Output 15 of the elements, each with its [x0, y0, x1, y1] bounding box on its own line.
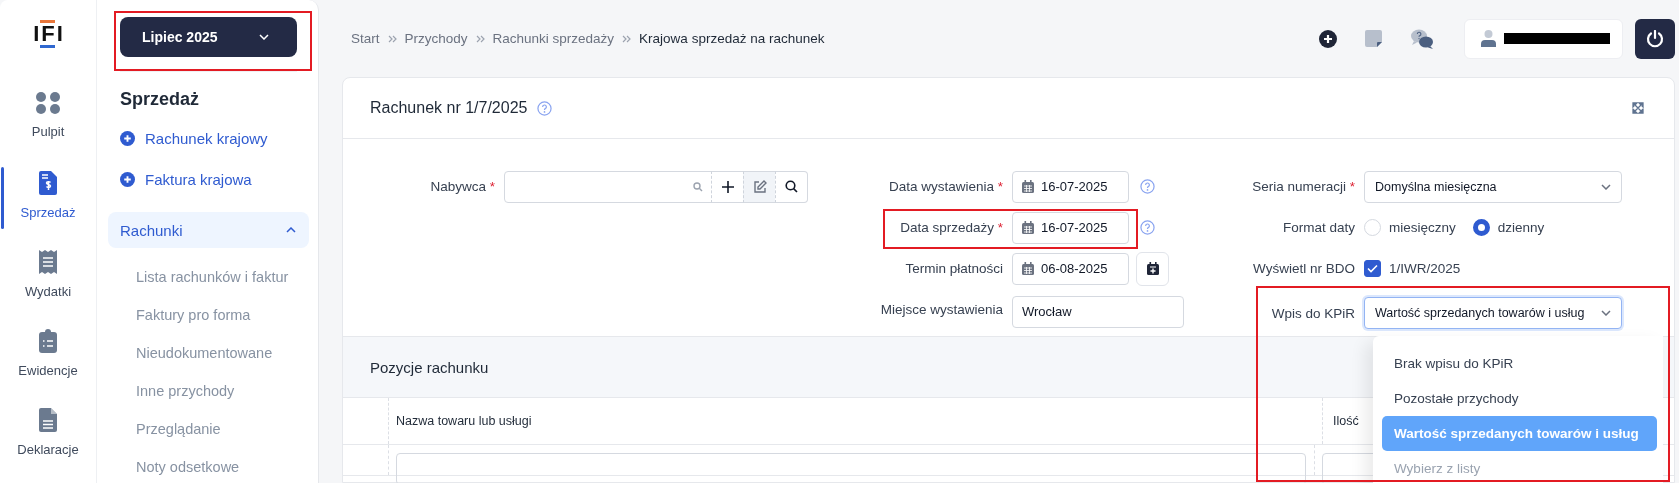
field-label: Wyświetl nr BDO [1252, 261, 1355, 276]
logo: IFI [32, 23, 65, 45]
field-label: Wpis do KPiR [1270, 305, 1355, 321]
field-label: Miejsce wystawienia [879, 302, 1003, 317]
field-label: Seria numeracji * [1251, 179, 1355, 194]
card-title: Rachunek nr 1/7/2025 [370, 99, 528, 117]
section-title: Pozycje rachunku [370, 358, 489, 376]
column-header: Nazwa towaru lub usługi [389, 398, 1323, 444]
field-label: Termin płatności [904, 261, 1003, 276]
field-label: Data sprzedaży * [899, 220, 1003, 235]
field-label: Nabywca * [429, 179, 495, 194]
column-header: Ilość [1332, 414, 1359, 428]
field-label: Format daty [1281, 220, 1355, 235]
field-label: Data wystawienia * [887, 179, 1003, 194]
section-title: Sprzedaż [120, 89, 201, 110]
